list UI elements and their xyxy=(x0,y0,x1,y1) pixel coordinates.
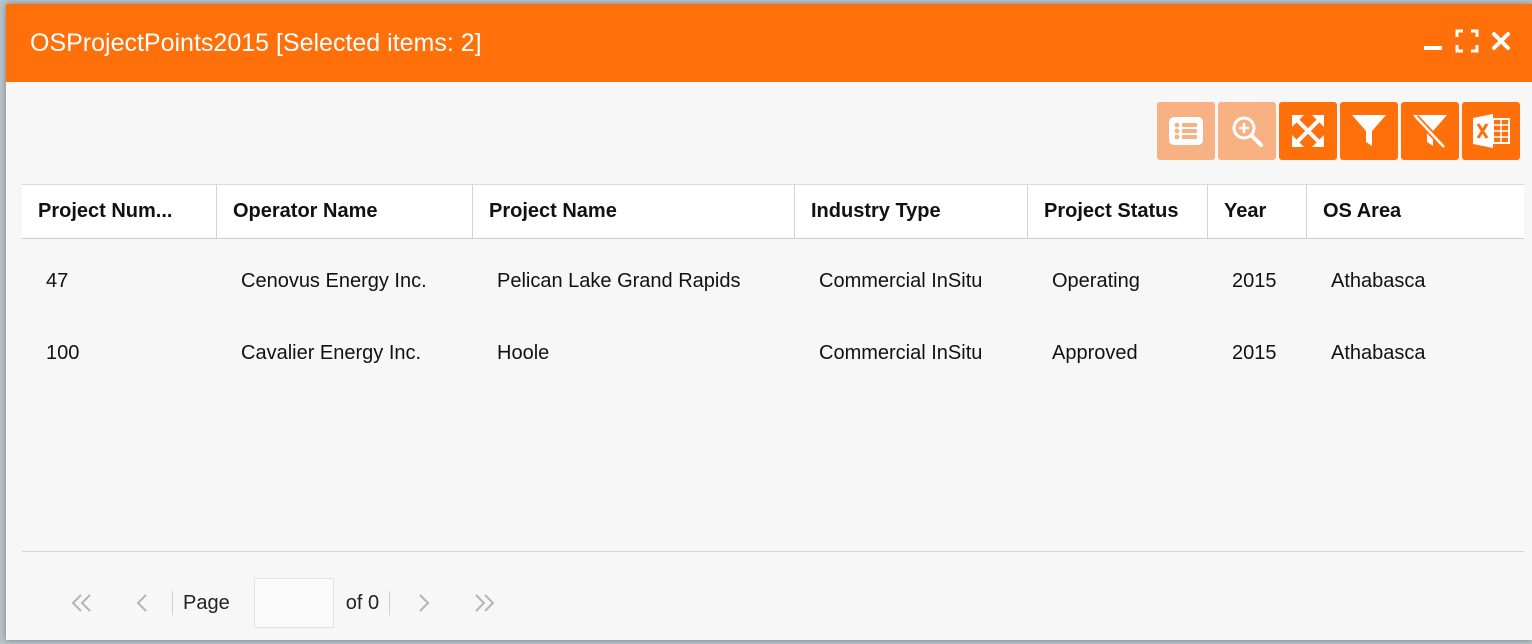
show-list-button[interactable] xyxy=(1157,102,1215,160)
pager-separator xyxy=(172,591,173,615)
cell-project-status: Operating xyxy=(1052,269,1140,292)
page-label: Page xyxy=(183,591,230,614)
cell-year: 2015 xyxy=(1232,269,1277,292)
export-excel-button[interactable] xyxy=(1462,102,1520,160)
header-project-status[interactable]: Project Status xyxy=(1028,185,1208,238)
cell-os-area: Athabasca xyxy=(1331,269,1426,292)
table-row[interactable]: 47 Cenovus Energy Inc. Pelican Lake Gran… xyxy=(22,245,1524,317)
previous-page-button[interactable] xyxy=(122,583,162,623)
header-operator-name[interactable]: Operator Name xyxy=(217,185,473,238)
header-project-name[interactable]: Project Name xyxy=(473,185,795,238)
table-body: 47 Cenovus Energy Inc. Pelican Lake Gran… xyxy=(22,239,1524,389)
cell-project-name: Hoole xyxy=(497,341,550,364)
cell-industry-type: Commercial InSitu xyxy=(819,269,983,292)
double-chevron-right-icon xyxy=(475,594,495,612)
attribute-table-window: OSProjectPoints2015 [Selected items: 2] xyxy=(6,4,1532,640)
filter-icon xyxy=(1352,115,1386,146)
next-page-button[interactable] xyxy=(404,583,444,623)
table-toolbar xyxy=(1157,102,1520,160)
window-title: OSProjectPoints2015 [Selected items: 2] xyxy=(30,29,482,57)
cell-project-name: Pelican Lake Grand Rapids xyxy=(497,269,741,292)
header-os-area[interactable]: OS Area xyxy=(1307,185,1524,238)
pager-separator xyxy=(389,591,391,615)
zoom-to-selection-button[interactable] xyxy=(1218,102,1276,160)
cell-operator-name: Cavalier Energy Inc. xyxy=(241,341,422,364)
list-icon xyxy=(1169,117,1203,145)
page-number-input[interactable] xyxy=(253,578,334,628)
zoom-to-icon xyxy=(1232,116,1263,147)
clear-filter-icon xyxy=(1413,114,1447,150)
cell-project-number: 100 xyxy=(46,341,80,364)
expand-arrows-icon xyxy=(1292,115,1324,147)
header-project-number[interactable]: Project Num... xyxy=(22,185,217,238)
minimize-icon[interactable] xyxy=(1420,28,1446,54)
table-header: Project Num... Operator Name Project Nam… xyxy=(22,185,1524,239)
excel-export-icon xyxy=(1473,114,1510,148)
cell-industry-type: Commercial InSitu xyxy=(819,341,983,364)
zoom-to-all-button[interactable] xyxy=(1279,102,1337,160)
clear-filter-button[interactable] xyxy=(1401,102,1459,160)
close-icon[interactable] xyxy=(1488,28,1514,54)
cell-project-status: Approved xyxy=(1052,341,1138,364)
chevron-left-icon xyxy=(136,594,147,612)
pager-divider xyxy=(22,551,1524,552)
filter-button[interactable] xyxy=(1340,102,1398,160)
header-year[interactable]: Year xyxy=(1208,185,1307,238)
double-chevron-left-icon xyxy=(71,594,91,612)
pager: Page of 0 xyxy=(62,578,504,628)
window-titlebar[interactable]: OSProjectPoints2015 [Selected items: 2] xyxy=(6,4,1532,82)
attribute-table: Project Num... Operator Name Project Nam… xyxy=(22,184,1524,389)
cell-project-number: 47 xyxy=(46,269,69,292)
last-page-button[interactable] xyxy=(464,583,504,623)
header-industry-type[interactable]: Industry Type xyxy=(795,185,1028,238)
cell-year: 2015 xyxy=(1232,341,1277,364)
cell-os-area: Athabasca xyxy=(1331,341,1426,364)
cell-operator-name: Cenovus Energy Inc. xyxy=(241,269,427,292)
maximize-icon[interactable] xyxy=(1454,28,1480,54)
page-count-label: of 0 xyxy=(345,591,380,614)
chevron-right-icon xyxy=(419,594,430,612)
first-page-button[interactable] xyxy=(62,583,102,623)
table-row[interactable]: 100 Cavalier Energy Inc. Hoole Commercia… xyxy=(22,317,1524,389)
